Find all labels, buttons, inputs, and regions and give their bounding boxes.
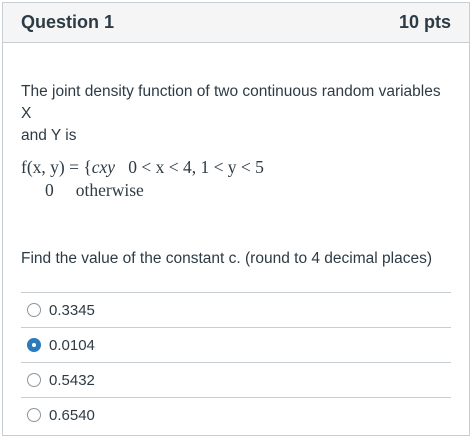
math-condition: 0 < x < 4, 1 < y < 5 bbox=[128, 157, 264, 177]
math-zero: 0 bbox=[45, 180, 54, 200]
math-otherwise: otherwise bbox=[75, 180, 144, 200]
answer-option[interactable]: 0.6540 bbox=[21, 397, 451, 432]
math-lhs: f(x, y) = { bbox=[21, 157, 92, 177]
radio-button[interactable] bbox=[27, 373, 41, 387]
answer-option[interactable]: 0.5432 bbox=[21, 362, 451, 397]
math-expr: cxy bbox=[91, 157, 116, 177]
answer-label[interactable]: 0.3345 bbox=[49, 302, 95, 319]
question-card: Question 1 10 pts The joint density func… bbox=[2, 2, 470, 436]
question-body: The joint density function of two contin… bbox=[3, 81, 469, 432]
answer-list: 0.3345 0.0104 0.5432 0.6540 bbox=[21, 292, 451, 432]
answer-label[interactable]: 0.5432 bbox=[49, 372, 95, 389]
math-row-2: 0 otherwise bbox=[21, 179, 451, 202]
question-title: Question 1 bbox=[21, 12, 115, 32]
question-points: 10 pts bbox=[398, 12, 451, 32]
radio-button[interactable] bbox=[27, 338, 41, 352]
answer-option[interactable]: 0.3345 bbox=[21, 292, 451, 327]
answer-label[interactable]: 0.6540 bbox=[49, 407, 95, 424]
answer-option[interactable]: 0.0104 bbox=[21, 327, 451, 362]
question-instruction: Find the value of the constant c. (round… bbox=[21, 250, 432, 267]
answer-label[interactable]: 0.0104 bbox=[49, 337, 95, 354]
question-prompt: The joint density function of two contin… bbox=[21, 81, 451, 147]
prompt-line-2: and Y is bbox=[21, 127, 77, 144]
radio-button[interactable] bbox=[27, 303, 41, 317]
density-function: f(x, y) = {cxy 0 < x < 4, 1 < y < 5 0 oth… bbox=[21, 156, 451, 202]
math-row-1: f(x, y) = {cxy 0 < x < 4, 1 < y < 5 bbox=[21, 156, 451, 179]
radio-button[interactable] bbox=[27, 408, 41, 422]
question-header: Question 1 10 pts bbox=[3, 3, 469, 43]
prompt-line-1: The joint density function of two contin… bbox=[21, 83, 441, 122]
